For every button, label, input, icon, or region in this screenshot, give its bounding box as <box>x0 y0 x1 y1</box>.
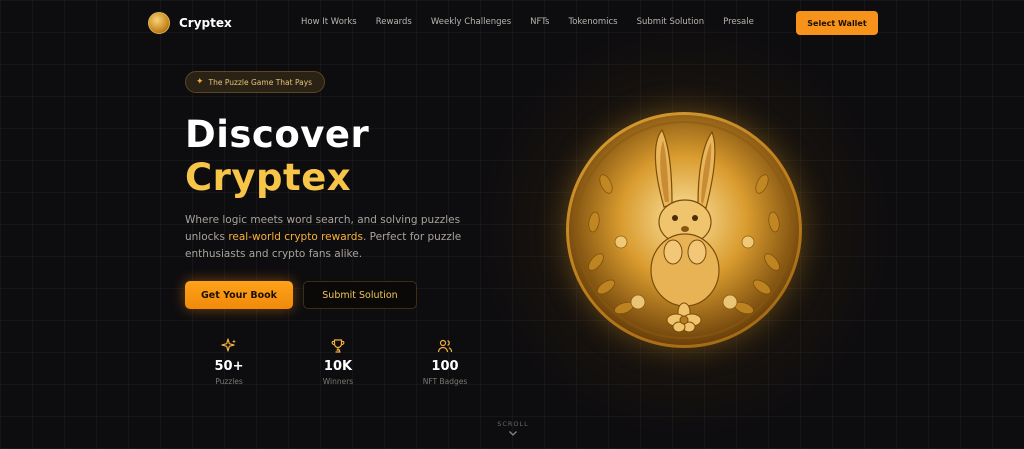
stat-label: Puzzles <box>215 377 243 386</box>
chevron-down-icon <box>493 430 533 437</box>
nav-link-weekly-challenges[interactable]: Weekly Challenges <box>431 17 511 27</box>
stat-label: Winners <box>322 377 354 386</box>
brand[interactable]: Cryptex <box>148 12 232 34</box>
nav-link-tokenomics[interactable]: Tokenomics <box>568 17 617 27</box>
nav-link-presale[interactable]: Presale <box>723 17 754 27</box>
users-icon <box>405 338 485 354</box>
stat-value: 10K <box>323 359 353 374</box>
scroll-label: SCROLL <box>497 420 529 428</box>
get-your-book-button[interactable]: Get Your Book <box>185 281 293 309</box>
stat-winners: 10K Winners <box>298 338 378 386</box>
navbar: Cryptex How It Works Rewards Weekly Chal… <box>0 0 1024 46</box>
coin-logo-icon <box>148 12 170 34</box>
brand-name: Cryptex <box>179 16 232 30</box>
stat-puzzles: 50+ Puzzles <box>189 338 269 386</box>
stat-value: 50+ <box>214 359 244 374</box>
nav-link-how-it-works[interactable]: How It Works <box>301 17 357 27</box>
nav-link-submit-solution[interactable]: Submit Solution <box>637 17 704 27</box>
trophy-icon <box>298 338 378 354</box>
hero-badge: ✦ The Puzzle Game That Pays <box>185 71 325 93</box>
submit-solution-button[interactable]: Submit Solution <box>303 281 417 309</box>
scroll-indicator[interactable]: SCROLL <box>493 420 533 437</box>
hero-description-highlight: real-world crypto rewards <box>228 231 363 243</box>
nav-link-rewards[interactable]: Rewards <box>376 17 412 27</box>
sparkle-icon: ✦ <box>196 77 204 87</box>
hero-title-line1: Discover <box>185 113 370 156</box>
nav-link-nfts[interactable]: NFTs <box>530 17 549 27</box>
hero-badge-text: The Puzzle Game That Pays <box>208 77 313 87</box>
hero-description: Where logic meets word search, and solvi… <box>185 212 485 263</box>
select-wallet-button[interactable]: Select Wallet <box>796 11 878 35</box>
golden-rabbit-coin-image <box>566 112 802 348</box>
hero-title-line2: Cryptex <box>185 156 352 199</box>
stat-nft-badges: 100 NFT Badges <box>405 338 485 386</box>
stat-value: 100 <box>431 359 459 374</box>
nav-links: How It Works Rewards Weekly Challenges N… <box>301 17 773 27</box>
stat-label: NFT Badges <box>422 377 468 386</box>
sparkles-icon <box>189 338 269 354</box>
